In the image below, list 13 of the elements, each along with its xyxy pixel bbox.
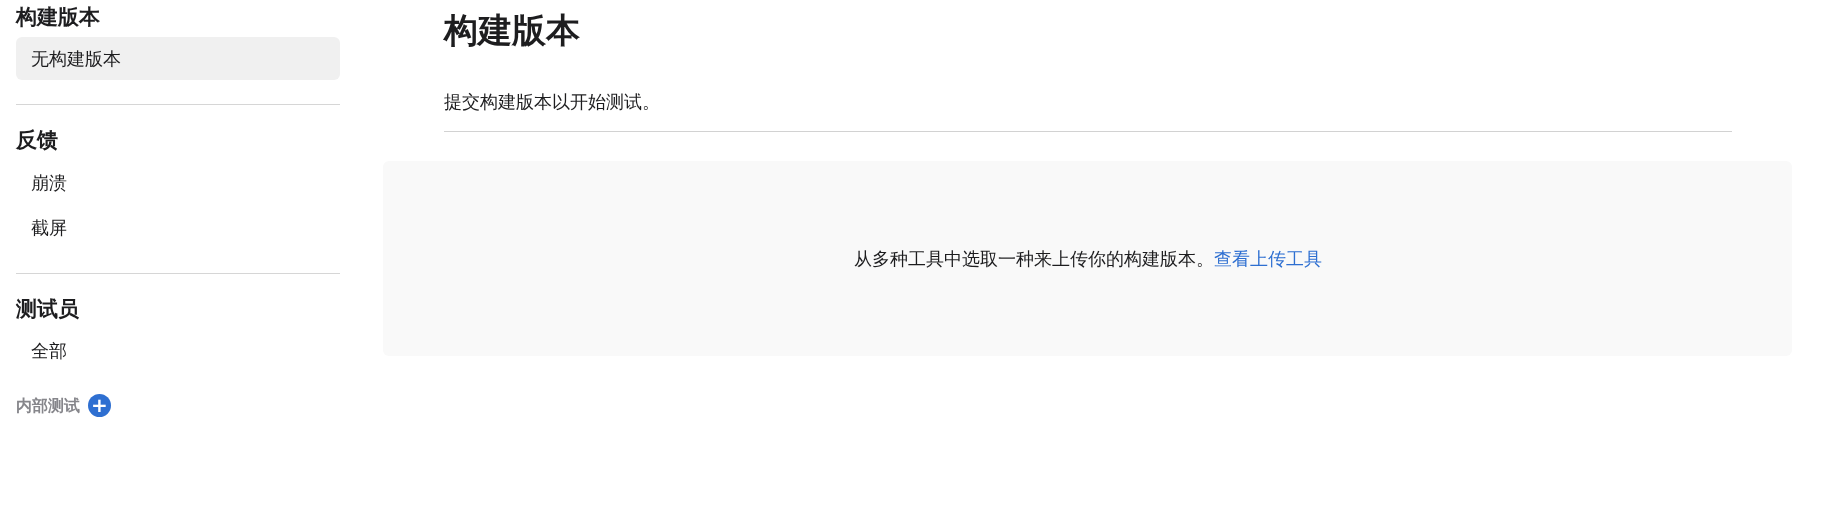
empty-state-text: 从多种工具中选取一种来上传你的构建版本。查看上传工具 — [853, 247, 1322, 272]
sidebar-item[interactable]: 全部 — [16, 328, 340, 372]
section-heading: 构建版本 — [16, 4, 101, 31]
sidebar-item[interactable]: 截屏 — [16, 205, 340, 249]
section-heading: 反馈 — [16, 127, 59, 155]
description-text: 提交构建版本以开始测试。 — [444, 90, 661, 115]
add-button[interactable]: + — [88, 394, 111, 418]
upload-tools-link[interactable]: 查看上传工具 — [1213, 248, 1322, 270]
page-title: 构建版本 — [444, 9, 581, 52]
section-heading: 测试员 — [16, 295, 80, 323]
sidebar-item[interactable]: 无构建版本 — [16, 37, 340, 81]
group-label: 内部测试 — [16, 394, 80, 417]
sidebar-item[interactable]: 崩溃 — [16, 160, 340, 204]
